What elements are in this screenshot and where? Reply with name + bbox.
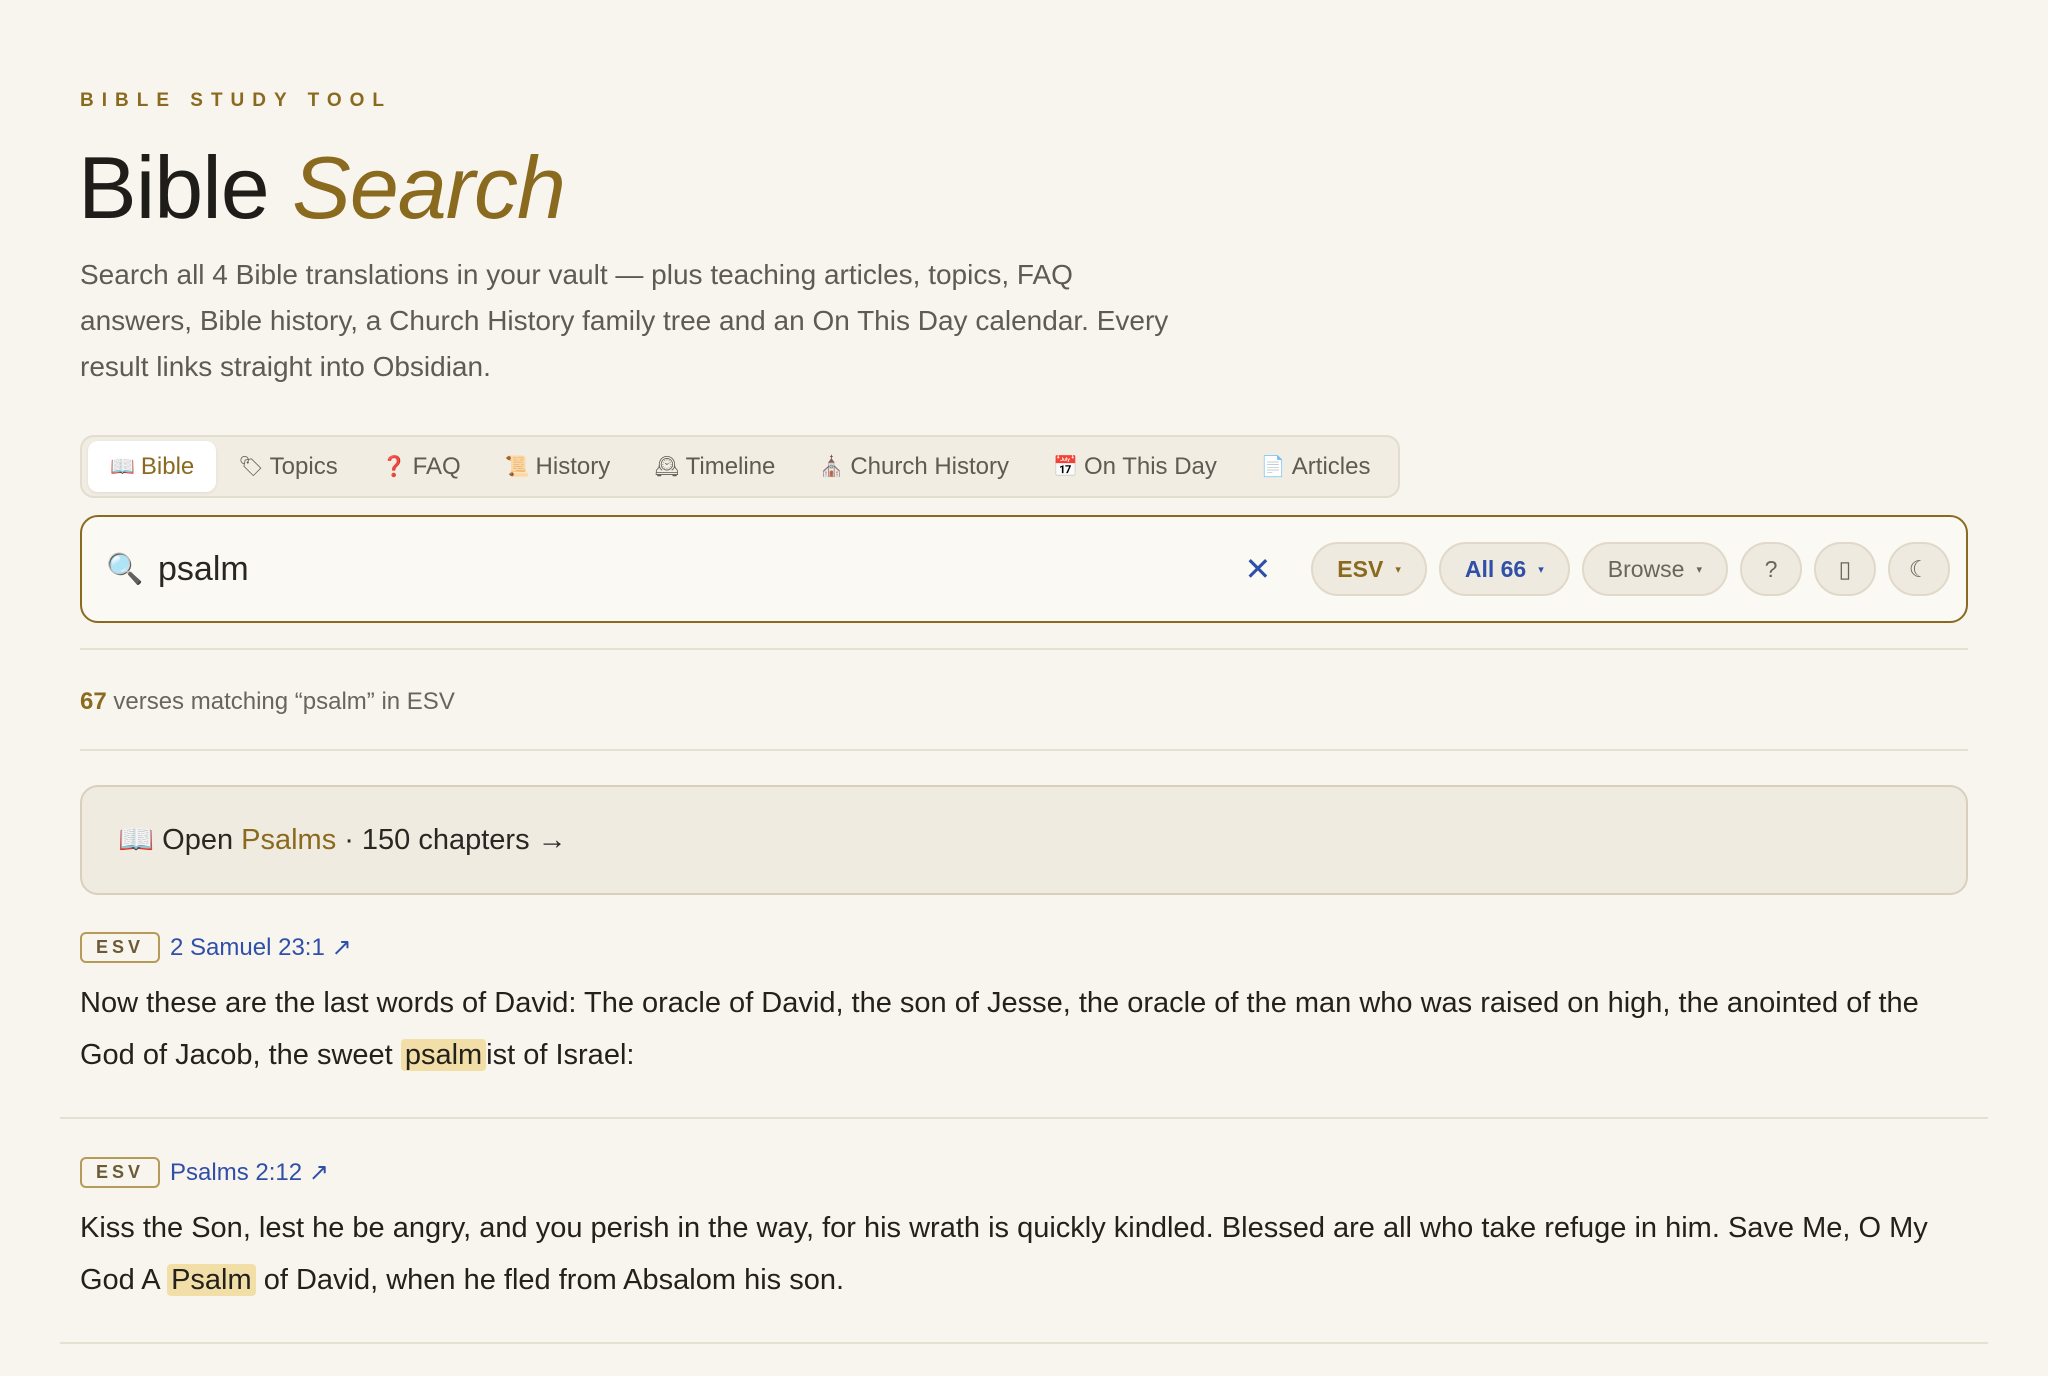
match-highlight: psalm xyxy=(400,1039,487,1071)
divider xyxy=(80,648,1968,650)
eyebrow-label: BIBLE STUDY TOOL xyxy=(80,90,393,111)
tab-label: Topics xyxy=(269,452,338,480)
verse-text-before: Now these are the last words of David: T… xyxy=(80,987,1919,1071)
chevron-down-icon: ▾ xyxy=(1538,563,1544,576)
open-book-prefix: Open xyxy=(162,823,234,856)
search-bar: 🔍 ✕ ESV ▾ All 66 ▾ Browse ▾ ? ▯ ☾ xyxy=(80,515,1968,623)
match-highlight: Psalm xyxy=(167,1264,256,1296)
tab-timeline[interactable]: 🕰 Timeline xyxy=(632,441,797,492)
open-book-button[interactable]: 📖 Open Psalms · 150 chapters → xyxy=(80,785,1968,895)
theme-toggle-button[interactable]: ☾ xyxy=(1888,542,1950,596)
search-icon: 🔍 xyxy=(106,552,144,586)
tab-bar: 📖 Bible 🏷 Topics ❓ FAQ 📜 History 🕰 Timel… xyxy=(80,435,1401,498)
moon-icon: ☾ xyxy=(1908,555,1930,582)
divider xyxy=(60,1117,1988,1119)
calendar-icon: 📅 xyxy=(1053,456,1078,478)
verse-reference-link[interactable]: Psalms 2:12 ↗ xyxy=(170,1158,329,1187)
open-book-icon: 📖 xyxy=(110,456,135,478)
church-icon: ⛪ xyxy=(819,456,845,478)
result-count-summary: verses matching “psalm” in ESV xyxy=(106,688,455,715)
page-subtitle: Search all 4 Bible translations in your … xyxy=(80,259,1169,382)
tab-articles[interactable]: 📄 Articles xyxy=(1239,441,1393,492)
scroll-icon: 📜 xyxy=(504,456,530,478)
browse-button[interactable]: Browse ▾ xyxy=(1581,542,1728,596)
tab-church-history[interactable]: ⛪ Church History xyxy=(797,441,1031,492)
tab-label: On This Day xyxy=(1083,452,1217,480)
tag-icon: 🏷 xyxy=(238,456,264,478)
verse-result: ESV Psalms 2:12 ↗ Kiss the Son, lest he … xyxy=(80,1157,1968,1306)
open-book-suffix: · 150 chapters → xyxy=(344,823,567,856)
tab-label: Articles xyxy=(1291,452,1371,480)
title-plain: Bible xyxy=(78,138,270,237)
document-icon: 📄 xyxy=(1260,456,1286,478)
verse-header: ESV Psalms 2:12 ↗ xyxy=(80,1157,1968,1188)
translation-value: ESV xyxy=(1337,555,1384,582)
translation-select[interactable]: ESV ▾ xyxy=(1311,542,1427,596)
clock-icon: 🕰 xyxy=(654,456,680,478)
tab-label: FAQ xyxy=(412,452,461,480)
result-count: 67 verses matching “psalm” in ESV xyxy=(80,688,455,716)
verse-text: Now these are the last words of David: T… xyxy=(80,977,1968,1081)
verse-text-after: ist of Israel: xyxy=(486,1039,635,1071)
verse-text: Kiss the Son, lest he be angry, and you … xyxy=(80,1202,1968,1306)
page: BIBLE STUDY TOOL Bible Search Search all… xyxy=(0,0,2048,1376)
browse-label: Browse xyxy=(1607,555,1685,582)
tab-history[interactable]: 📜 History xyxy=(483,441,633,492)
title-accent: Search xyxy=(292,138,566,237)
tab-label: Timeline xyxy=(685,452,776,480)
chevron-down-icon: ▾ xyxy=(1696,563,1702,576)
divider xyxy=(60,1342,1988,1344)
divider xyxy=(80,749,1968,751)
translation-badge: ESV xyxy=(80,1157,161,1188)
page-title: Bible Search xyxy=(78,138,566,237)
books-select[interactable]: All 66 ▾ xyxy=(1438,542,1570,596)
question-icon: ❓ xyxy=(381,456,407,478)
verse-reference-link[interactable]: 2 Samuel 23:1 ↗ xyxy=(170,933,352,962)
result-count-number: 67 xyxy=(80,688,107,715)
verse-text-after: of David, when he fled from Absalom his … xyxy=(255,1264,845,1296)
tab-faq[interactable]: ❓ FAQ xyxy=(360,441,483,492)
search-input[interactable] xyxy=(158,549,1235,589)
tab-label: History xyxy=(535,452,611,480)
help-icon: ? xyxy=(1764,555,1778,582)
open-book-icon: 📖 xyxy=(118,824,155,856)
chevron-down-icon: ▾ xyxy=(1395,563,1401,576)
help-button[interactable]: ? xyxy=(1740,542,1802,596)
tab-on-this-day[interactable]: 📅 On This Day xyxy=(1031,441,1239,492)
tab-label: Bible xyxy=(140,452,195,480)
clear-icon[interactable]: ✕ xyxy=(1244,550,1271,588)
verse-result: ESV 2 Samuel 23:1 ↗ Now these are the la… xyxy=(80,932,1968,1081)
translation-badge: ESV xyxy=(80,932,161,963)
tab-label: Church History xyxy=(850,452,1010,480)
verse-header: ESV 2 Samuel 23:1 ↗ xyxy=(80,932,1968,963)
bookmark-button[interactable]: ▯ xyxy=(1814,542,1876,596)
tab-bible[interactable]: 📖 Bible xyxy=(88,441,217,492)
books-value: All 66 xyxy=(1464,555,1527,582)
open-book-name: Psalms xyxy=(241,823,337,856)
bookmark-icon: ▯ xyxy=(1838,555,1852,582)
tab-topics[interactable]: 🏷 Topics xyxy=(216,441,359,492)
